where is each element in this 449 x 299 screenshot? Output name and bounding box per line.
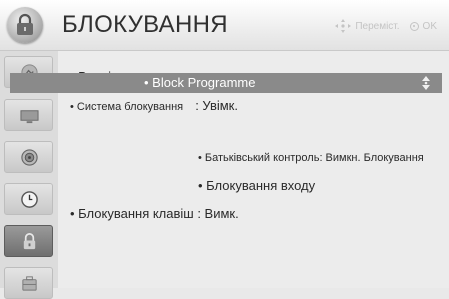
ok-button-icon (409, 21, 419, 31)
sidebar-item-time[interactable] (4, 183, 53, 215)
option-icon (22, 276, 37, 291)
sidebar-item-lock[interactable] (4, 225, 53, 257)
lock-system-label: • Система блокування (70, 101, 184, 113)
lock-settings-screen: БЛОКУВАННЯ Переміст. OK • Система блокув… (0, 0, 449, 299)
speaker-icon (21, 149, 38, 166)
sidebar-item-option[interactable] (4, 267, 53, 299)
ok-hint-label: OK (422, 20, 437, 32)
clock-icon (21, 191, 38, 208)
sidebar-item-display[interactable] (4, 99, 53, 131)
block-programme-label: • Block Programme (144, 75, 256, 90)
menu-item-parental-control[interactable]: • Батьківський контроль: Вимкн. Блокуван… (198, 152, 424, 164)
sidebar-item-audio[interactable] (4, 141, 53, 173)
move-arrows-icon (335, 19, 352, 33)
move-hint-label: Переміст. (355, 20, 400, 32)
menu-item-input-lock[interactable]: • Блокування входу (198, 178, 315, 193)
lock-system-value: : Увімк. (195, 98, 238, 113)
header-bar: БЛОКУВАННЯ Переміст. OK (0, 0, 449, 51)
menu-item-block-programme[interactable]: • Block Programme (10, 73, 442, 93)
menu-item-key-lock[interactable]: • Блокування клавіш : Вимк. (70, 206, 239, 221)
lock-menu-icon (7, 7, 43, 43)
navigation-hint: Переміст. OK (335, 19, 437, 33)
lock-icon (23, 233, 36, 250)
up-down-arrows-icon (422, 76, 430, 90)
menu-item-lock-system[interactable]: • Система блокування : Увімк. (70, 98, 238, 113)
page-title: БЛОКУВАННЯ (62, 11, 228, 38)
display-icon (20, 110, 39, 124)
